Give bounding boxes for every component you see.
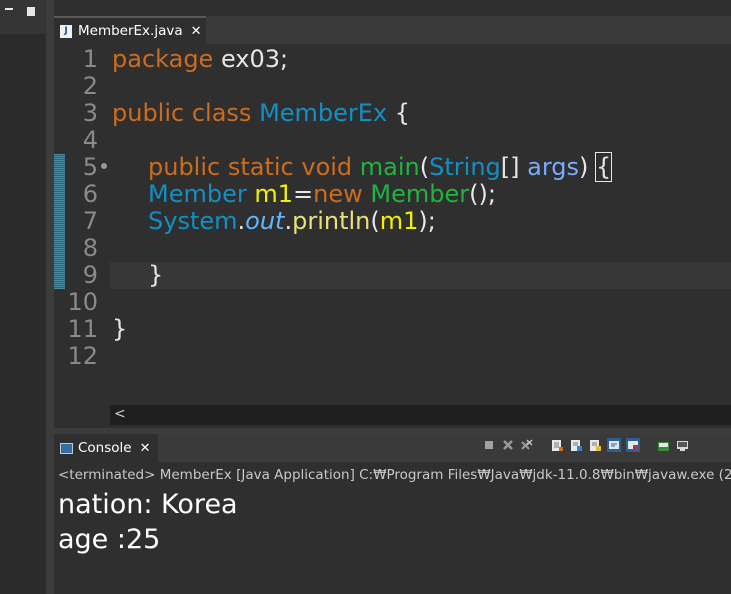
code-line-5: public static void main(String[] args) { bbox=[148, 152, 613, 182]
console-output-line: nation: Korea bbox=[58, 489, 238, 520]
tab-label: Console bbox=[78, 440, 132, 456]
constructor-name: Member bbox=[370, 180, 470, 208]
console-view: Console ✕ <terminated> MemberEx [Java Ap… bbox=[54, 434, 731, 594]
horizontal-scrollbar[interactable]: < bbox=[110, 405, 731, 425]
call-end: ); bbox=[418, 207, 436, 235]
console-toolbar bbox=[482, 438, 689, 452]
pin-console-icon[interactable] bbox=[607, 438, 621, 452]
override-marker-icon[interactable] bbox=[101, 163, 107, 169]
code-line-7: System.out.println(m1); bbox=[148, 208, 436, 235]
word-wrap-icon[interactable] bbox=[588, 438, 602, 452]
remove-all-icon[interactable] bbox=[520, 438, 534, 452]
line-number: 7 bbox=[82, 207, 98, 235]
line-number: 1 bbox=[82, 45, 98, 73]
line-number: 12 bbox=[67, 342, 98, 370]
variable-name: m1 bbox=[254, 180, 294, 208]
tab-memberex-java[interactable]: J MemberEx.java ✕ bbox=[54, 16, 206, 44]
paren: ( bbox=[370, 207, 380, 235]
tab-console[interactable]: Console ✕ bbox=[54, 434, 158, 462]
display-selected-console-icon[interactable] bbox=[626, 438, 640, 452]
line-number: 2 bbox=[82, 72, 98, 100]
type-name: Member bbox=[148, 180, 247, 208]
console-icon bbox=[60, 442, 73, 454]
scroll-left-icon[interactable]: < bbox=[114, 406, 126, 422]
maximize-icon[interactable] bbox=[27, 7, 35, 16]
keyword: public class bbox=[112, 99, 252, 127]
brackets: [] bbox=[500, 153, 528, 181]
brace: } bbox=[148, 261, 164, 289]
console-output-line: age :25 bbox=[58, 524, 161, 555]
matching-brace: { bbox=[594, 152, 613, 182]
dot: . bbox=[284, 207, 293, 235]
class-name: System bbox=[148, 207, 238, 235]
line-number: 8 bbox=[82, 234, 98, 262]
brace: { bbox=[387, 99, 411, 127]
line-number: 6 bbox=[82, 180, 98, 208]
line-number: 9 bbox=[82, 261, 98, 289]
line-number: 11 bbox=[67, 315, 98, 343]
close-tab-icon[interactable]: ✕ bbox=[191, 24, 202, 39]
open-console-icon[interactable] bbox=[656, 438, 670, 452]
java-file-icon: J bbox=[60, 24, 72, 38]
paren: ) bbox=[579, 153, 597, 181]
panel-controls bbox=[0, 0, 46, 34]
param-name: args bbox=[527, 153, 580, 181]
call-suffix: (); bbox=[469, 180, 496, 208]
stop-icon[interactable] bbox=[482, 438, 496, 452]
code-area[interactable]: 1 2 3 4 5 6 7 8 9 10 11 12 package ex03;… bbox=[54, 44, 731, 405]
keyword: new bbox=[313, 180, 363, 208]
keyword: package bbox=[112, 45, 214, 73]
tab-label: MemberEx.java bbox=[78, 23, 183, 39]
left-minimized-panel bbox=[0, 0, 46, 594]
editor-tab-bar: J MemberEx.java ✕ bbox=[54, 16, 731, 44]
new-console-icon[interactable] bbox=[675, 438, 689, 452]
toolbar-separator bbox=[645, 438, 651, 452]
class-name: MemberEx bbox=[259, 99, 388, 127]
toolbar-separator bbox=[539, 438, 545, 452]
clear-console-icon[interactable] bbox=[550, 438, 564, 452]
minimize-icon[interactable] bbox=[5, 8, 13, 10]
brace: } bbox=[112, 315, 128, 343]
console-tab-bar: Console ✕ bbox=[54, 434, 731, 462]
code-line-11: } bbox=[112, 316, 127, 343]
line-number: 3 bbox=[82, 99, 98, 127]
line-number: 5 bbox=[82, 153, 98, 181]
splitter[interactable] bbox=[46, 0, 54, 594]
dot: . bbox=[237, 207, 246, 235]
code-line-6: Member m1=new Member(); bbox=[148, 181, 496, 208]
line-number: 4 bbox=[82, 126, 98, 154]
static-field: out bbox=[245, 207, 285, 235]
current-line-highlight bbox=[110, 262, 731, 289]
method-name: main bbox=[359, 153, 420, 181]
package-name: ex03; bbox=[213, 45, 289, 73]
scroll-lock-icon[interactable] bbox=[569, 438, 583, 452]
code-line-9: } bbox=[148, 262, 163, 289]
paren: ( bbox=[419, 153, 430, 181]
type-name: String bbox=[429, 153, 501, 181]
code-line-1: package ex03; bbox=[112, 46, 288, 73]
keyword: public static void bbox=[148, 153, 353, 181]
remove-launch-icon[interactable] bbox=[501, 438, 515, 452]
operator: = bbox=[293, 180, 314, 208]
code-line-3: public class MemberEx { bbox=[112, 100, 410, 127]
method-call: println bbox=[292, 207, 371, 235]
console-launch-description: <terminated> MemberEx [Java Application]… bbox=[58, 467, 731, 483]
variable-name: m1 bbox=[379, 207, 419, 235]
java-editor: J MemberEx.java ✕ 1 2 3 4 5 6 7 8 9 10 1… bbox=[54, 16, 731, 428]
line-number: 10 bbox=[67, 288, 98, 316]
close-tab-icon[interactable]: ✕ bbox=[140, 441, 151, 456]
